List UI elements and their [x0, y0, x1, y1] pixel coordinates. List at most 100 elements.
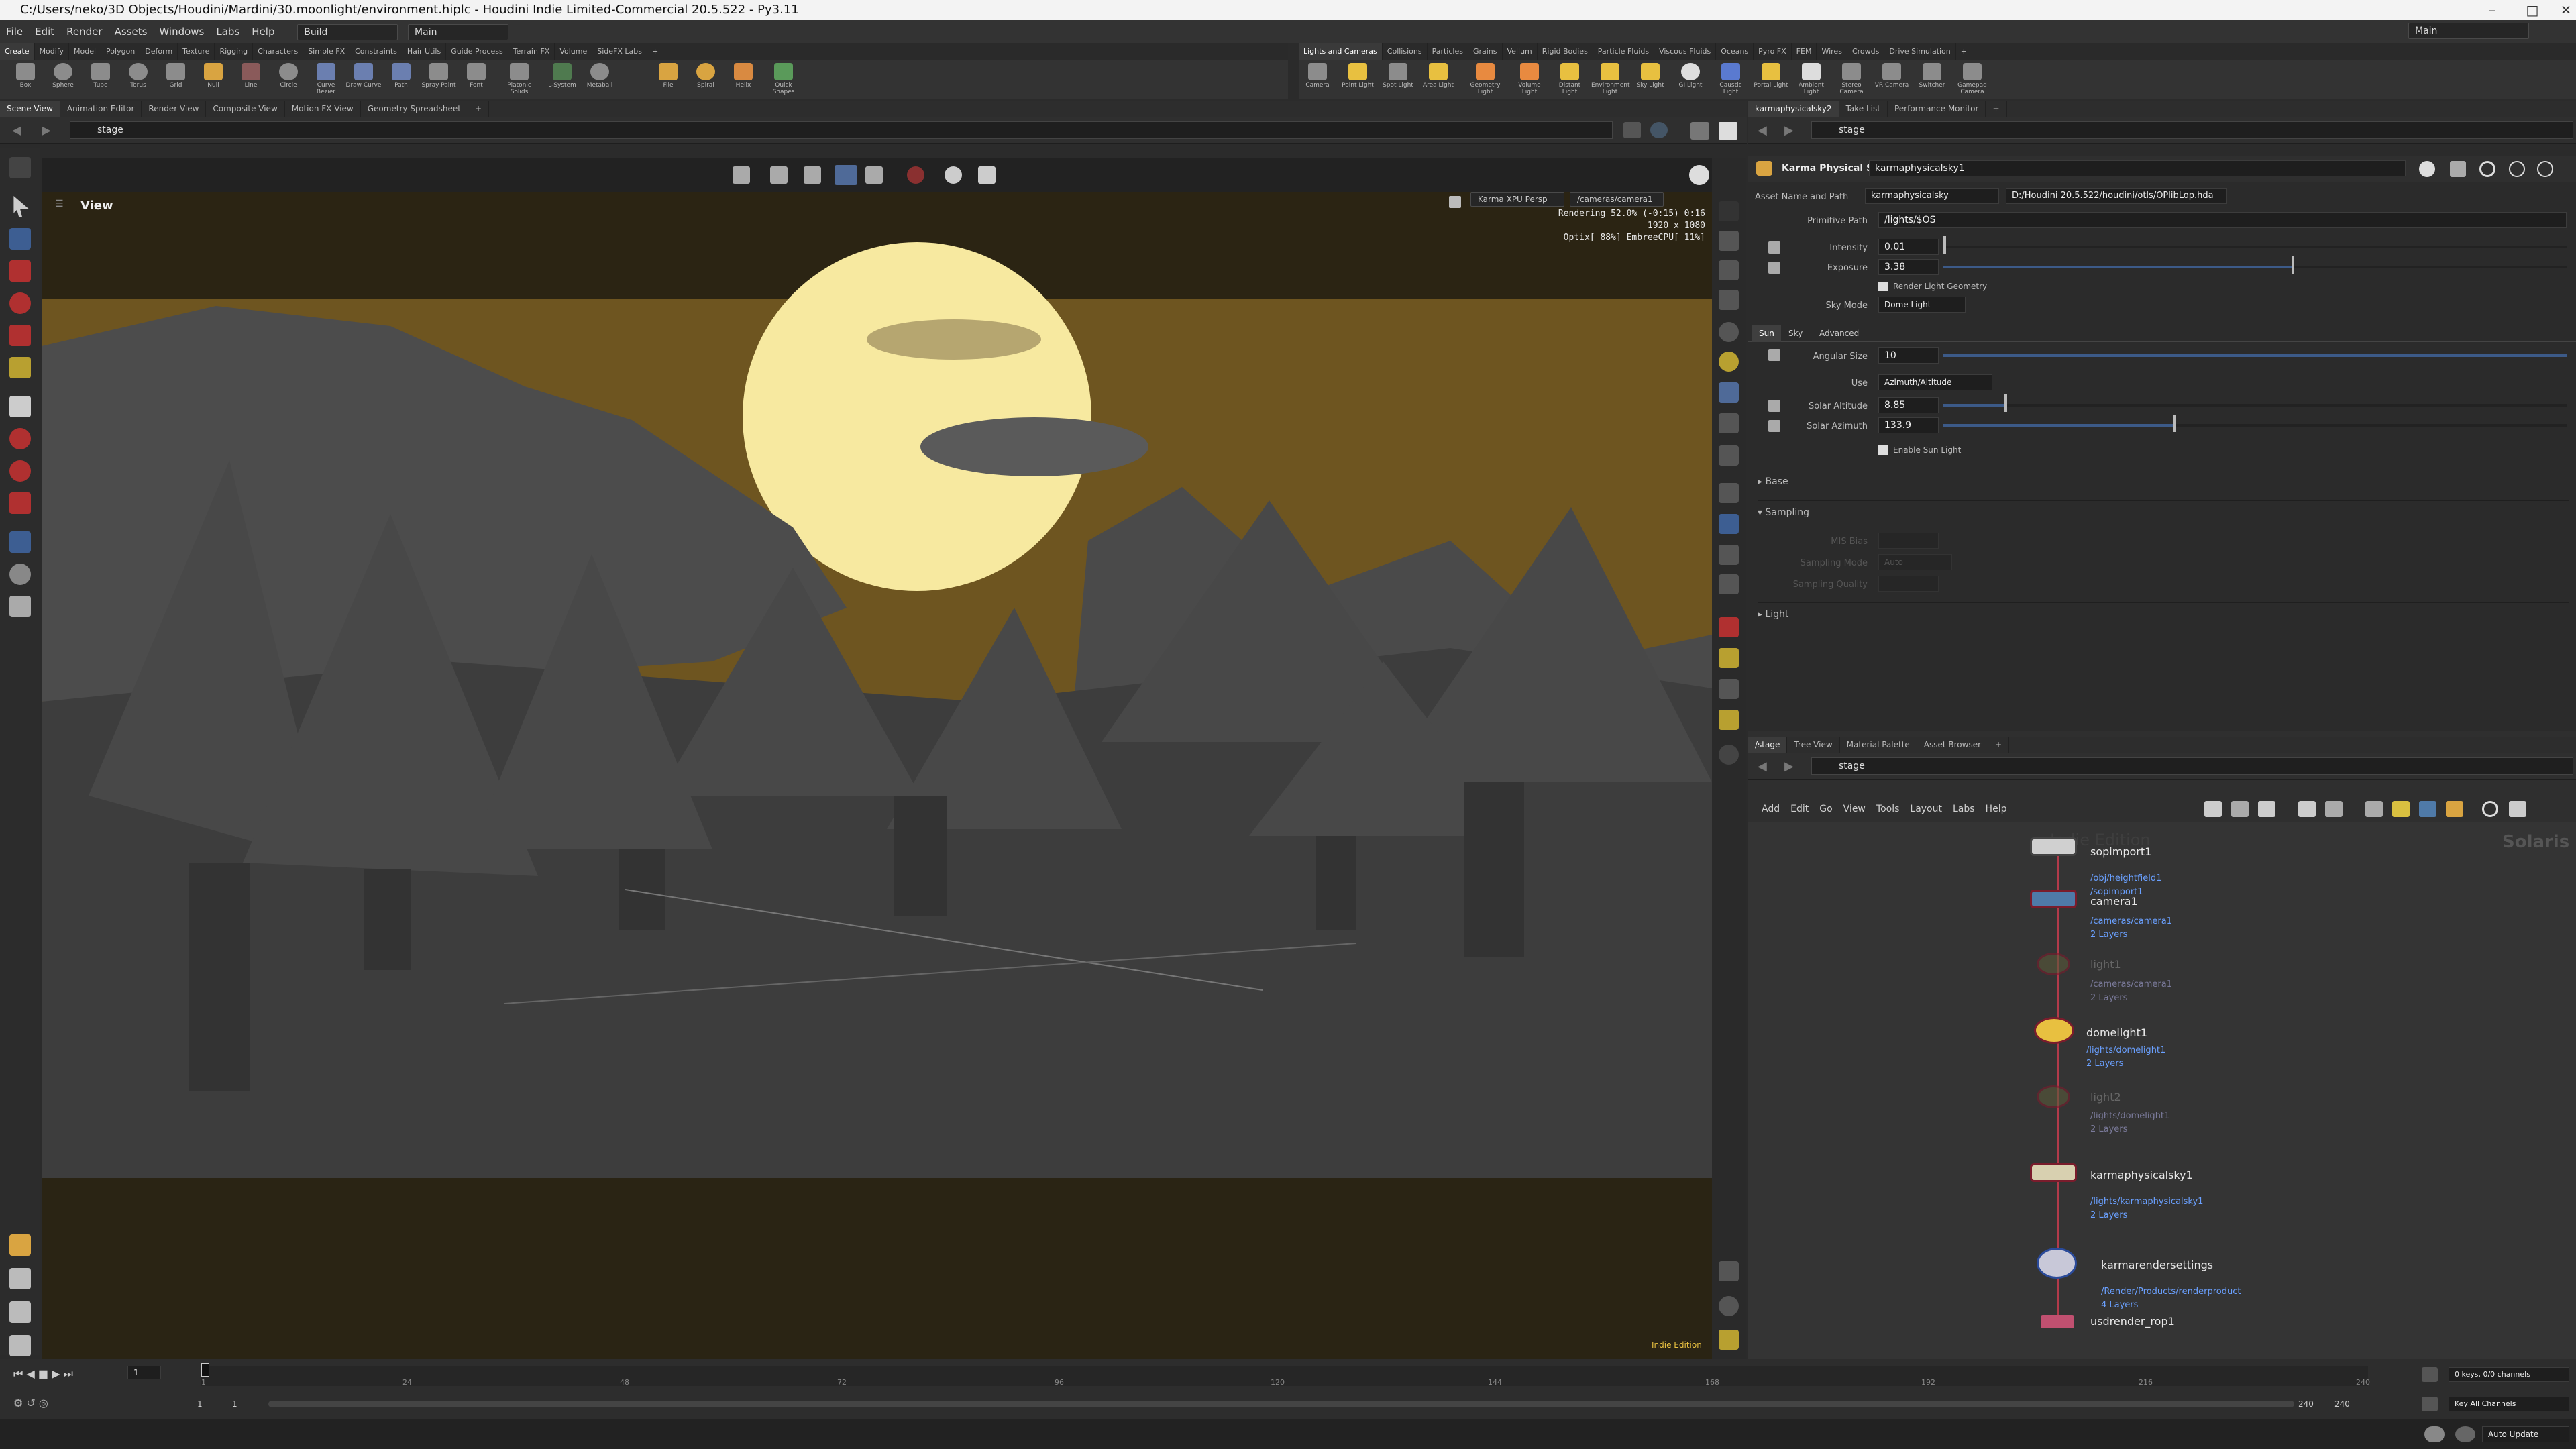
shelf-tool-sky-light[interactable]: Sky Light: [1631, 62, 1669, 98]
shelf-tab[interactable]: Model: [69, 43, 102, 60]
shelf-tool-geometry-light[interactable]: Geometry Light: [1466, 62, 1504, 98]
menu-windows[interactable]: Windows: [153, 20, 210, 43]
shelf-tool-switcher[interactable]: Switcher: [1913, 62, 1951, 98]
menu-help[interactable]: Help: [246, 20, 280, 43]
solar-azimuth-slider[interactable]: [1943, 424, 2567, 427]
display-options-icon[interactable]: [9, 1268, 31, 1289]
shelf-tool-point-light[interactable]: Point Light: [1339, 62, 1377, 98]
forward-arrow-icon[interactable]: ▶: [1784, 123, 1794, 138]
shelf-tool-torus[interactable]: Torus: [119, 62, 157, 98]
add-tab-icon[interactable]: +: [1986, 101, 2007, 117]
shelf-tab[interactable]: Create: [0, 43, 35, 60]
shelf-tab[interactable]: Volume: [555, 43, 593, 60]
tab-sky[interactable]: Sky: [1782, 325, 1809, 342]
view-menu-icon[interactable]: ☰: [55, 199, 64, 209]
node-name-field[interactable]: karmaphysicalsky1: [1869, 160, 2406, 176]
intensity-slider[interactable]: [1943, 246, 2567, 248]
shelf-tab[interactable]: SideFX Labs: [592, 43, 647, 60]
table-icon[interactable]: [2325, 801, 2343, 817]
orbit-icon[interactable]: [733, 166, 750, 184]
network-box-icon[interactable]: [2446, 801, 2463, 817]
current-frame-field[interactable]: 1: [127, 1366, 161, 1379]
eye-icon[interactable]: [1719, 483, 1739, 503]
mis-bias-field[interactable]: [1878, 533, 1939, 549]
shelf-tab[interactable]: Rigid Bodies: [1538, 43, 1593, 60]
intensity-slider-handle[interactable]: [1943, 236, 1946, 254]
shelf-tool-l-system[interactable]: L-System: [543, 62, 581, 98]
back-arrow-icon[interactable]: ◀: [1758, 123, 1767, 138]
shelf-tool-grid[interactable]: Grid: [157, 62, 195, 98]
shelf-tab[interactable]: Polygon: [101, 43, 141, 60]
exposure-slider-handle[interactable]: [2292, 256, 2294, 274]
scale-icon[interactable]: [9, 325, 31, 346]
desktop-right-dropdown[interactable]: Main: [2408, 23, 2529, 39]
shelf-tab[interactable]: Drive Simulation: [1884, 43, 1956, 60]
back-arrow-icon[interactable]: ◀: [1758, 759, 1767, 773]
stats-icon[interactable]: [9, 1335, 31, 1356]
sculpt-icon[interactable]: [9, 460, 31, 482]
shelf-tool-tube[interactable]: Tube: [82, 62, 119, 98]
tab-sun[interactable]: Sun: [1752, 325, 1781, 342]
key-all-channels-dropdown[interactable]: Key All Channels: [2449, 1397, 2569, 1411]
menu-file[interactable]: File: [0, 20, 29, 43]
add-shelf-tab-icon[interactable]: +: [1956, 43, 1972, 60]
use-dropdown[interactable]: Azimuth/Altitude: [1878, 374, 1992, 390]
shelf-tool-sphere[interactable]: Sphere: [44, 62, 82, 98]
shelf-tab[interactable]: Simple FX: [303, 43, 351, 60]
playhead[interactable]: [201, 1363, 209, 1377]
shelf-tab[interactable]: Texture: [178, 43, 215, 60]
tab-asset-browser[interactable]: Asset Browser: [1917, 737, 1989, 753]
net-menu-go[interactable]: Go: [1814, 804, 1837, 814]
quad-view-icon[interactable]: [1719, 1330, 1739, 1350]
shelf-tool-portal-light[interactable]: Portal Light: [1752, 62, 1790, 98]
shelf-tool-spray-paint[interactable]: Spray Paint: [420, 62, 458, 98]
menu-grid-icon[interactable]: [9, 157, 31, 178]
tab-stage[interactable]: /stage: [1748, 737, 1788, 753]
pencil-icon[interactable]: [1449, 196, 1461, 208]
sampling-mode-dropdown[interactable]: Auto: [1878, 554, 1952, 570]
camera-menu-icon[interactable]: [9, 1301, 31, 1323]
shelf-tab[interactable]: FEM: [1792, 43, 1817, 60]
shelf-tool-file[interactable]: File: [649, 62, 687, 98]
forward-arrow-icon[interactable]: ▶: [1784, 759, 1794, 773]
exposure-slider[interactable]: [1943, 266, 2567, 268]
select-arrow-icon[interactable]: [13, 196, 29, 217]
wrench-icon[interactable]: [2204, 801, 2222, 817]
shelf-tab[interactable]: Vellum: [1503, 43, 1538, 60]
shelf-tool-path[interactable]: Path: [382, 62, 420, 98]
shelf-tool-helix[interactable]: Helix: [724, 62, 762, 98]
lock-icon[interactable]: [9, 228, 31, 250]
section-sampling[interactable]: ▾ Sampling: [1758, 500, 2569, 523]
shelf-tool-draw-curve[interactable]: Draw Curve: [345, 62, 382, 98]
shelf-tab[interactable]: Hair Utils: [402, 43, 447, 60]
menu-render[interactable]: Render: [60, 20, 108, 43]
pin-icon[interactable]: [1623, 122, 1641, 138]
help-icon[interactable]: [2537, 161, 2553, 177]
handle-icon[interactable]: [9, 396, 31, 417]
blank-page-icon[interactable]: [1719, 122, 1737, 140]
back-arrow-icon[interactable]: ◀: [12, 123, 21, 138]
shelf-tab[interactable]: Pyro FX: [1754, 43, 1792, 60]
menu-labs[interactable]: Labs: [210, 20, 246, 43]
exposure-field[interactable]: 3.38: [1878, 259, 1939, 275]
range-end-field-2[interactable]: 240: [2334, 1399, 2350, 1409]
shelf-tab[interactable]: Viscous Fluids: [1654, 43, 1717, 60]
tab-advanced[interactable]: Advanced: [1813, 325, 1866, 342]
shelf-tool-environment-light[interactable]: Environment Light: [1591, 62, 1629, 98]
node-usdrender-rop1[interactable]: [2041, 1315, 2074, 1328]
shelf-tool-spiral[interactable]: Spiral: [687, 62, 724, 98]
shelf-tab[interactable]: Crowds: [1847, 43, 1885, 60]
layout-icon[interactable]: [1690, 122, 1709, 140]
shelf-tool-platonic-solids[interactable]: Platonic Solids: [500, 62, 538, 98]
section-base[interactable]: ▸ Base: [1758, 470, 2569, 492]
tab-scene-view[interactable]: Scene View: [0, 101, 60, 117]
solar-azimuth-slider-handle[interactable]: [2174, 415, 2176, 432]
light-icon[interactable]: [1719, 382, 1739, 402]
record-icon[interactable]: [907, 166, 924, 184]
camera-dropdown[interactable]: /cameras/camera1: [1570, 192, 1664, 207]
build-dropdown[interactable]: Build: [297, 24, 398, 40]
node-domelight1[interactable]: [2034, 1017, 2074, 1044]
display-icon[interactable]: [1719, 201, 1739, 221]
shelf-tool-quick-shapes[interactable]: Quick Shapes: [765, 62, 802, 98]
shelf-tab[interactable]: Particle Fluids: [1593, 43, 1655, 60]
